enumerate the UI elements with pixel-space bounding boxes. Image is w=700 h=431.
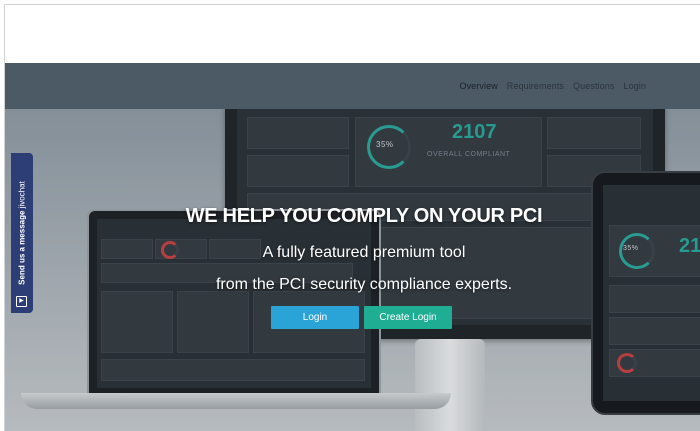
create-login-button[interactable]: Create Login	[364, 306, 452, 329]
hero-title: WE HELP YOU COMPLY ON YOUR PCI	[185, 205, 543, 227]
nav-links: Overview Requirements Questions Login	[459, 63, 646, 109]
browser-viewport: Overview Requirements Questions Login 35…	[4, 4, 700, 431]
hero-subtitle-line1: A fully featured premium tool	[262, 244, 466, 261]
nav-questions[interactable]: Questions	[573, 81, 614, 91]
chat-widget-label: Send us a message jivochat	[18, 181, 27, 285]
login-button[interactable]: Login	[271, 306, 359, 329]
hero-overlay	[5, 109, 700, 431]
hero-subtitle-line2: from the PCI security compliance experts…	[215, 276, 513, 293]
hero-section: 35% 2107 OVERALL COMPLIANT 35% 21	[5, 109, 700, 431]
page-top-blank	[5, 5, 700, 63]
nav-requirements[interactable]: Requirements	[507, 81, 564, 91]
nav-login[interactable]: Login	[623, 81, 646, 91]
top-navbar: Overview Requirements Questions Login	[5, 63, 700, 109]
chat-bubble-icon: ▶	[16, 296, 27, 307]
nav-overview[interactable]: Overview	[459, 81, 497, 91]
